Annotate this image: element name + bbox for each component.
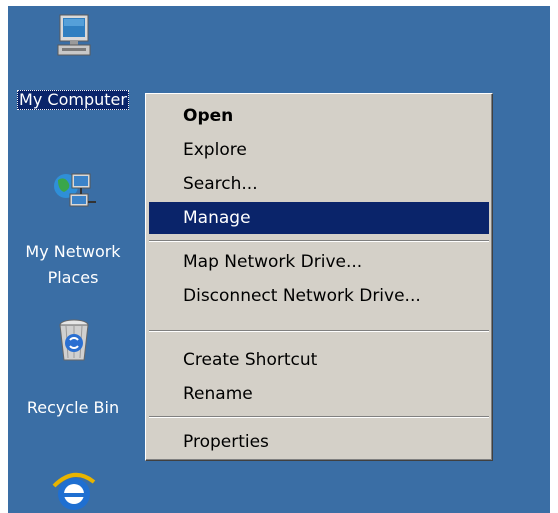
menu-item-open[interactable]: Open	[149, 100, 489, 132]
menu-item-create-shortcut[interactable]: Create Shortcut	[149, 344, 489, 376]
network-places-label-line2: Places	[47, 268, 99, 287]
menu-item-properties[interactable]: Properties	[149, 428, 489, 456]
desktop-icon-network-places[interactable]: My Network Places	[8, 156, 138, 296]
desktop-icon-internet-explorer[interactable]	[8, 466, 138, 513]
menu-item-rename[interactable]: Rename	[149, 378, 489, 410]
context-menu: Open Explore Search... Manage Map Networ…	[145, 93, 493, 461]
desktop-icon-my-computer[interactable]: My Computer	[8, 6, 138, 118]
desktop[interactable]: My Computer My Network Places Recycle Bi…	[8, 6, 550, 513]
network-places-icon	[50, 166, 98, 214]
my-computer-icon	[50, 12, 98, 60]
menu-item-map-network-drive[interactable]: Map Network Drive...	[149, 246, 489, 278]
menu-separator	[149, 240, 489, 242]
screenshot-frame: My Computer My Network Places Recycle Bi…	[0, 0, 558, 513]
recycle-bin-label: Recycle Bin	[26, 398, 120, 417]
menu-separator	[149, 330, 489, 332]
network-places-label-line1: My Network	[25, 242, 121, 261]
menu-item-explore[interactable]: Explore	[149, 134, 489, 166]
menu-separator	[149, 416, 489, 418]
recycle-bin-icon	[50, 316, 98, 364]
menu-item-manage[interactable]: Manage	[149, 202, 489, 234]
desktop-icon-recycle-bin[interactable]: Recycle Bin	[8, 306, 138, 426]
my-computer-label: My Computer	[17, 90, 129, 110]
internet-explorer-icon	[50, 466, 98, 513]
menu-item-search[interactable]: Search...	[149, 168, 489, 200]
menu-item-disconnect-network-drive[interactable]: Disconnect Network Drive...	[149, 280, 489, 312]
